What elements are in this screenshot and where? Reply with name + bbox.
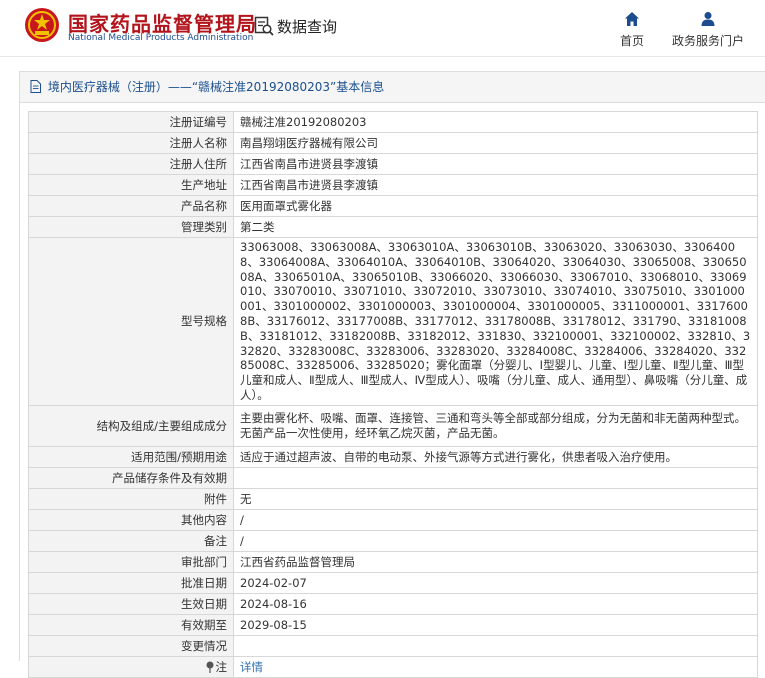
row-value [233, 466, 758, 489]
row-value: 2024-02-07 [233, 571, 758, 594]
row-label: 备注 [28, 529, 234, 552]
device-info-table: 注册证编号 赣械注准20192080203 注册人名称 南昌翔翊医疗器械有限公司… [28, 111, 758, 678]
document-icon [30, 80, 41, 93]
nav-home-label: 首页 [619, 34, 644, 48]
row-value: 赣械注准20192080203 [233, 111, 758, 133]
row-value: 2029-08-15 [233, 613, 758, 636]
row-value: 无 [233, 487, 758, 510]
row-value: 医用面罩式雾化器 [233, 195, 758, 217]
row-label: 结构及组成/主要组成成分 [28, 404, 234, 447]
row-value: 第二类 [233, 216, 758, 238]
table-row: 注 详情 [28, 655, 758, 678]
row-label: 批准日期 [28, 571, 234, 594]
note-row-label: 注 [28, 655, 234, 678]
row-value: 2024-08-16 [233, 592, 758, 615]
table-row: 结构及组成/主要组成成分 主要由雾化杯、吸嘴、面罩、连接管、三通和弯头等全部或部… [28, 404, 758, 447]
row-label: 变更情况 [28, 634, 234, 657]
row-value: 江西省药品监督管理局 [233, 550, 758, 573]
table-row: 批准日期 2024-02-07 [28, 571, 758, 594]
person-icon [701, 12, 715, 26]
note-row-value: 详情 [233, 655, 758, 678]
row-label: 适用范围/预期用途 [28, 445, 234, 468]
nav-gov-label: 政务服务门户 [671, 34, 744, 48]
row-label: 产品名称 [28, 195, 234, 217]
row-label: 有效期至 [28, 613, 234, 636]
row-value: 南昌翔翊医疗器械有限公司 [233, 132, 758, 154]
detail-panel: 境内医疗器械（注册）——“赣械注准20192080203”基本信息 注册证编号 … [19, 71, 765, 678]
table-row: 注册证编号 赣械注准20192080203 [28, 111, 758, 133]
row-label: 注册人住所 [28, 153, 234, 175]
row-value: 江西省南昌市进贤县李渡镇 [233, 174, 758, 196]
table-row: 生产地址 江西省南昌市进贤县李渡镇 [28, 174, 758, 196]
pin-icon [206, 661, 213, 673]
table-row: 型号规格 33063008、33063008A、33063010A、330630… [28, 237, 758, 406]
national-emblem-icon [25, 8, 59, 42]
data-query-label: 数据查询 [277, 17, 338, 36]
table-row: 变更情况 [28, 634, 758, 657]
row-label: 产品储存条件及有效期 [28, 466, 234, 489]
table-row: 附件 无 [28, 487, 758, 510]
row-label: 型号规格 [28, 237, 234, 406]
row-value: 33063008、33063008A、33063010A、33063010B、3… [233, 237, 758, 406]
details-link[interactable]: 详情 [240, 660, 263, 674]
table-row: 备注 / [28, 529, 758, 552]
data-query-icon [254, 16, 274, 36]
table-row: 生效日期 2024-08-16 [28, 592, 758, 615]
row-label: 生产地址 [28, 174, 234, 196]
home-icon [625, 12, 639, 26]
site-header: 国家药品监督管理局 National Medical Products Admi… [0, 0, 765, 57]
row-label: 其他内容 [28, 508, 234, 531]
row-label: 注册证编号 [28, 111, 234, 133]
note-label-text: 注 [215, 659, 228, 674]
row-value [233, 634, 758, 657]
table-row: 管理类别 第二类 [28, 216, 758, 238]
nav-home[interactable]: 首页 [612, 10, 652, 49]
row-value: 江西省南昌市进贤县李渡镇 [233, 153, 758, 175]
row-label: 生效日期 [28, 592, 234, 615]
table-row: 产品储存条件及有效期 [28, 466, 758, 489]
row-value: / [233, 508, 758, 531]
row-label: 注册人名称 [28, 132, 234, 154]
site-logo-subtitle: National Medical Products Administration [68, 33, 254, 43]
nav-gov-service-portal[interactable]: 政务服务门户 [666, 10, 750, 49]
breadcrumb: 境内医疗器械（注册）——“赣械注准20192080203”基本信息 [20, 72, 765, 103]
table-row: 适用范围/预期用途 适应于通过超声波、自带的电动泵、外接气源等方式进行雾化，供患… [28, 445, 758, 468]
row-value: 适应于通过超声波、自带的电动泵、外接气源等方式进行雾化，供患者吸入治疗使用。 [233, 445, 758, 468]
table-row: 注册人住所 江西省南昌市进贤县李渡镇 [28, 153, 758, 175]
table-row: 审批部门 江西省药品监督管理局 [28, 550, 758, 573]
table-row: 有效期至 2029-08-15 [28, 613, 758, 636]
table-row: 其他内容 / [28, 508, 758, 531]
table-row: 注册人名称 南昌翔翊医疗器械有限公司 [28, 132, 758, 154]
row-label: 管理类别 [28, 216, 234, 238]
table-row: 产品名称 医用面罩式雾化器 [28, 195, 758, 217]
row-value: 主要由雾化杯、吸嘴、面罩、连接管、三通和弯头等全部或部分组成，分为无菌和非无菌两… [233, 404, 758, 447]
row-label: 审批部门 [28, 550, 234, 573]
data-query-link[interactable]: 数据查询 [254, 14, 337, 38]
row-label: 附件 [28, 487, 234, 510]
row-value: / [233, 529, 758, 552]
breadcrumb-text: 境内医疗器械（注册）——“赣械注准20192080203”基本信息 [47, 80, 385, 94]
